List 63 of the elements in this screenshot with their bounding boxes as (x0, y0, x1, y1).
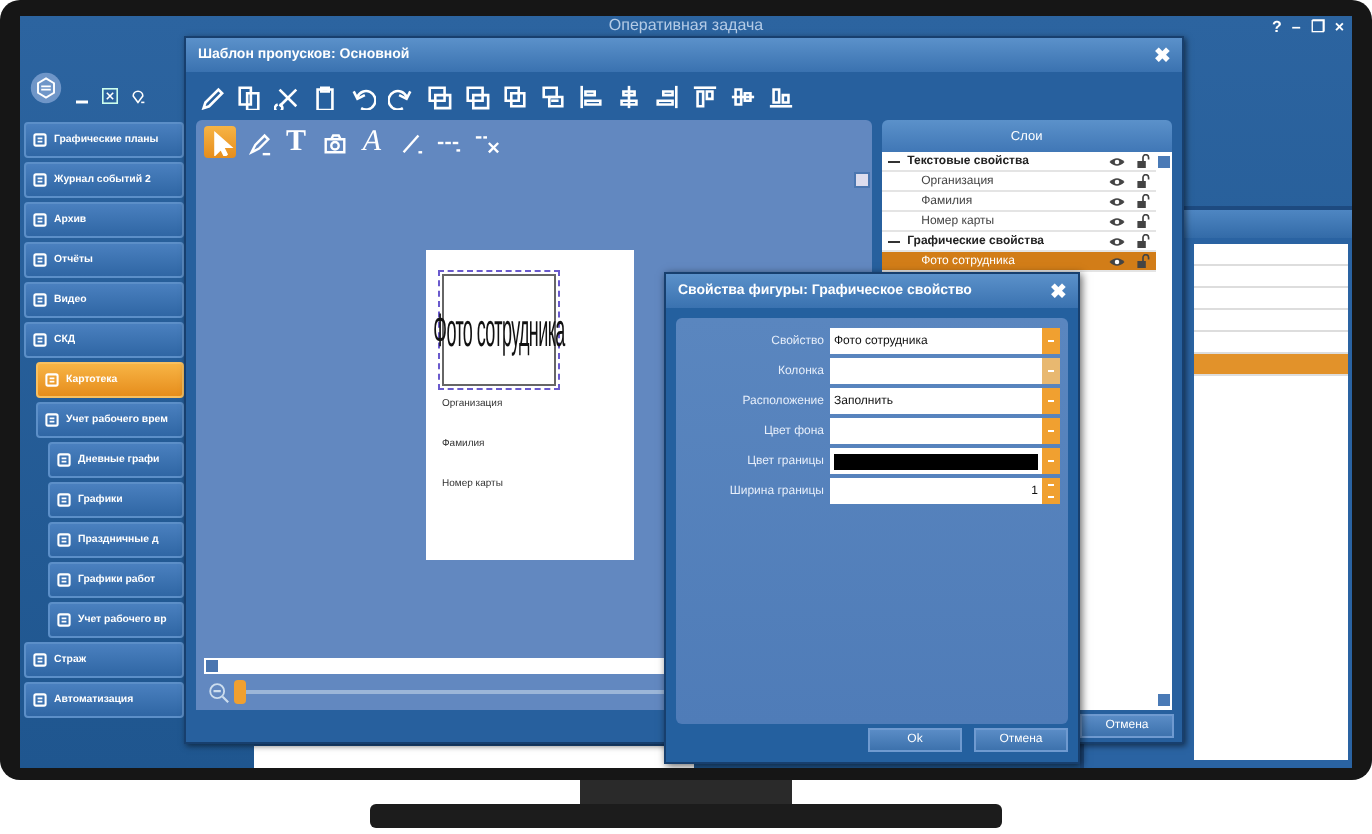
line-icon (397, 129, 423, 155)
module-icon (32, 212, 48, 228)
align-top-icon[interactable] (692, 83, 718, 109)
unlocked-padlock-icon[interactable] (1136, 194, 1150, 208)
module-icon (56, 492, 72, 508)
align-bottom-icon[interactable] (768, 83, 794, 109)
text-tool[interactable]: T (280, 126, 312, 158)
unlocked-padlock-icon[interactable] (1136, 214, 1150, 228)
color-picker[interactable] (830, 418, 1060, 444)
module-icon (32, 332, 48, 348)
close-box-icon[interactable] (102, 88, 118, 104)
pin-icon[interactable] (130, 88, 146, 104)
module-icon (32, 172, 48, 188)
module-icon (56, 532, 72, 548)
forward-icon[interactable] (502, 83, 528, 109)
window-control[interactable]: – (1291, 18, 1301, 36)
cut-icon[interactable] (274, 83, 300, 109)
eye-icon[interactable] (1108, 175, 1126, 187)
eye-icon[interactable] (1108, 235, 1126, 247)
unlocked-padlock-icon[interactable] (1136, 154, 1150, 168)
eye-icon[interactable] (1108, 195, 1126, 207)
zoom-out-icon[interactable] (208, 681, 230, 703)
backward-icon[interactable] (540, 83, 566, 109)
text-tool[interactable]: A (356, 126, 388, 158)
align-middle-icon[interactable] (730, 83, 756, 109)
eye-icon[interactable] (1108, 255, 1126, 267)
module-icon (32, 132, 48, 148)
tool-button[interactable] (204, 126, 236, 158)
logo-icon[interactable] (30, 72, 62, 104)
eye-icon[interactable] (1108, 155, 1126, 167)
module-icon (56, 612, 72, 628)
paste-icon[interactable] (312, 83, 338, 109)
align-center-icon[interactable] (616, 83, 642, 109)
window-control[interactable]: ? (1271, 18, 1282, 36)
module-icon (56, 572, 72, 588)
slider-thumb[interactable] (234, 680, 246, 704)
front-icon[interactable] (426, 83, 452, 109)
eye-icon[interactable] (1108, 215, 1126, 227)
unlocked-padlock-icon[interactable] (1136, 174, 1150, 188)
module-icon (32, 252, 48, 268)
pencil-icon[interactable] (198, 83, 224, 109)
module-icon (44, 412, 60, 428)
scroll-up-button[interactable] (853, 172, 870, 188)
color-picker[interactable] (830, 448, 1060, 474)
module-icon (44, 372, 60, 388)
align-right-icon[interactable] (654, 83, 680, 109)
back-icon[interactable] (464, 83, 490, 109)
module-icon (32, 652, 48, 668)
camera-icon (321, 129, 347, 155)
module-icon (32, 292, 48, 308)
collapse-icon[interactable] (887, 235, 900, 247)
module-icon (32, 692, 48, 708)
window-control[interactable]: × (1334, 18, 1344, 36)
close-button[interactable]: ✖ (1050, 279, 1066, 303)
module-icon (56, 452, 72, 468)
app-title: Оперативная задача (608, 16, 764, 34)
copy-icon[interactable] (236, 83, 262, 109)
collapse-icon[interactable] (887, 155, 900, 167)
pen-icon (245, 129, 271, 155)
window-control[interactable]: ❐ (1310, 18, 1325, 36)
close-button[interactable]: ✖ (1154, 43, 1170, 67)
align-left-icon[interactable] (578, 83, 604, 109)
unlocked-padlock-icon[interactable] (1136, 234, 1150, 248)
